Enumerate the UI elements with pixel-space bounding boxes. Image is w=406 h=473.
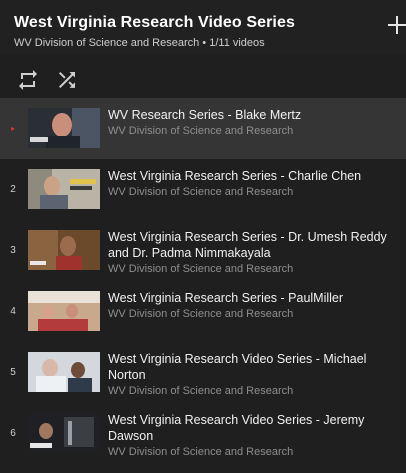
video-channel: WV Division of Science and Research	[108, 308, 294, 320]
video-thumbnail[interactable]	[28, 352, 100, 392]
video-thumbnail[interactable]	[28, 413, 100, 453]
playlist-header: West Virginia Research Video Series WV D…	[0, 0, 406, 54]
item-index: 3	[10, 245, 16, 256]
thumbnail-image	[28, 413, 100, 453]
playlist-item[interactable]: 5 West Virginia Research Video Series - …	[0, 342, 406, 403]
item-index: 2	[10, 184, 16, 195]
playlist-items: ▸ WV Research Series - Blake Mertz WV Di…	[0, 98, 406, 464]
video-thumbnail[interactable]	[28, 108, 100, 148]
video-channel: WV Division of Science and Research	[108, 385, 294, 397]
thumbnail-image	[28, 352, 100, 392]
video-title[interactable]: West Virginia Research Series - Dr. Umes…	[108, 229, 400, 261]
playlist-item[interactable]: 4 West Virginia Research Series - PaulMi…	[0, 281, 406, 342]
video-title[interactable]: West Virginia Research Series - Charlie …	[108, 168, 400, 184]
thumbnail-image	[28, 108, 100, 148]
playlist-item[interactable]: ▸ WV Research Series - Blake Mertz WV Di…	[0, 98, 406, 159]
video-title[interactable]: WV Research Series - Blake Mertz	[108, 107, 400, 123]
item-index: 5	[10, 367, 16, 378]
playlist-subtitle[interactable]: WV Division of Science and Research • 1/…	[14, 37, 265, 49]
playlist-panel: West Virginia Research Video Series WV D…	[0, 0, 406, 473]
playlist-controls	[0, 60, 406, 98]
video-channel: WV Division of Science and Research	[108, 186, 294, 198]
video-thumbnail[interactable]	[28, 169, 100, 209]
video-channel: WV Division of Science and Research	[108, 446, 294, 458]
video-title[interactable]: West Virginia Research Series - PaulMill…	[108, 290, 400, 306]
thumbnail-image	[28, 230, 100, 270]
video-channel: WV Division of Science and Research	[108, 263, 294, 275]
loop-icon	[19, 70, 37, 90]
video-title[interactable]: West Virginia Research Video Series - Je…	[108, 412, 400, 444]
loop-button[interactable]	[16, 68, 40, 92]
shuffle-icon	[59, 72, 75, 88]
video-title[interactable]: West Virginia Research Video Series - Mi…	[108, 351, 400, 383]
shuffle-button[interactable]	[55, 68, 79, 92]
playlist-item[interactable]: 3 West Virginia Research Series - Dr. Um…	[0, 220, 406, 281]
thumbnail-image	[28, 169, 100, 209]
thumbnail-image	[28, 291, 100, 331]
playlist-title[interactable]: West Virginia Research Video Series	[14, 14, 295, 32]
video-thumbnail[interactable]	[28, 291, 100, 331]
item-index: 6	[10, 428, 16, 439]
playlist-item[interactable]: 2 West Virginia Research Series - Charli…	[0, 159, 406, 220]
video-channel: WV Division of Science and Research	[108, 125, 294, 137]
now-playing-indicator: ▸	[10, 124, 15, 133]
video-thumbnail[interactable]	[28, 230, 100, 270]
playlist-item[interactable]: 6 West Virginia Research Video Series - …	[0, 403, 406, 464]
add-playlist-button[interactable]	[384, 14, 406, 36]
item-index: 4	[10, 306, 16, 317]
